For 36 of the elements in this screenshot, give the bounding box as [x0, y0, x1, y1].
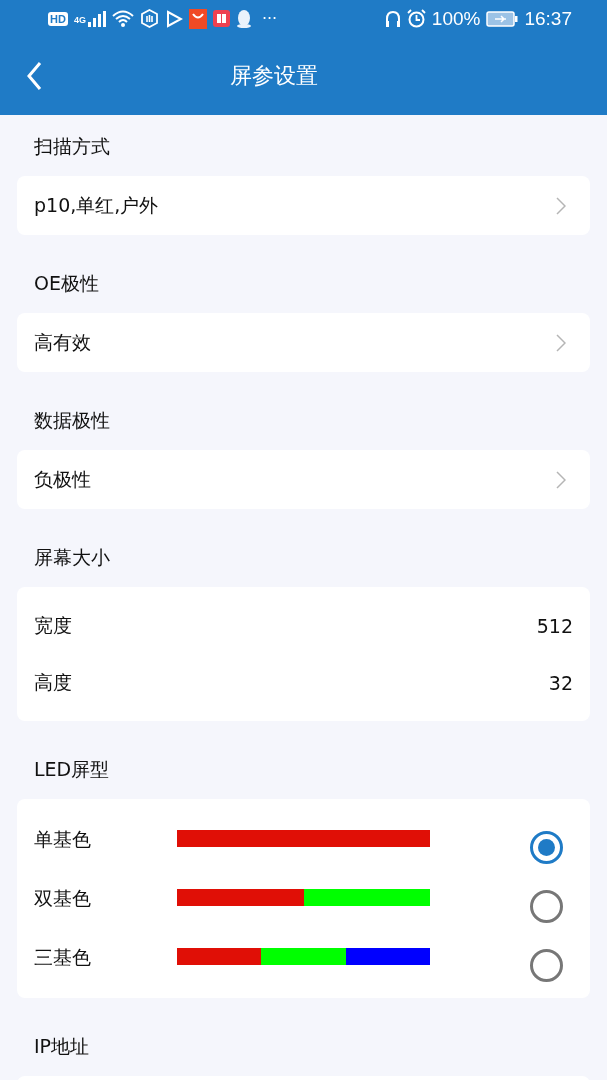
field-value[interactable]: 512 [536, 614, 573, 637]
play-icon [164, 9, 183, 28]
chevron-icon [556, 333, 566, 352]
section-title: IP地址 [33, 1034, 91, 1059]
back-icon[interactable] [26, 61, 42, 91]
network-type: 4G [73, 14, 86, 25]
wifi-icon [111, 10, 134, 27]
battery-icon [486, 10, 519, 27]
radio-button[interactable] [530, 890, 563, 923]
hd-badge: HD [48, 11, 68, 26]
select-row[interactable]: 负极性 [17, 450, 590, 509]
signal-icon [87, 10, 106, 27]
section-title: 扫描方式 [33, 134, 111, 159]
page-title: 屏参设置 [230, 62, 318, 90]
section-title: 数据极性 [33, 408, 111, 433]
option-label: 三基色 [34, 944, 92, 970]
select-row[interactable]: p10,单红,户外 [17, 176, 590, 235]
option-label: 双基色 [34, 885, 92, 911]
select-row[interactable]: 高有效 [17, 313, 590, 372]
battery-percent: 100% [431, 7, 481, 30]
section-title: LED屏型 [33, 757, 111, 782]
field-label: 宽度 [34, 612, 72, 638]
field-value[interactable]: 32 [548, 671, 573, 694]
headphones-icon [384, 9, 401, 28]
option-label: 单基色 [34, 826, 92, 852]
field-label: 高度 [34, 669, 72, 695]
more-notifications: ··· [261, 9, 278, 28]
alarm-icon [406, 9, 426, 28]
chevron-icon [556, 470, 566, 489]
app-icon [188, 8, 207, 29]
chevron-icon [556, 196, 566, 215]
clock-time: 16:37 [524, 7, 572, 30]
radio-button[interactable] [530, 831, 563, 864]
section-title: OE极性 [33, 271, 100, 296]
radio-button[interactable] [530, 949, 563, 982]
section-title: 屏幕大小 [33, 545, 111, 570]
